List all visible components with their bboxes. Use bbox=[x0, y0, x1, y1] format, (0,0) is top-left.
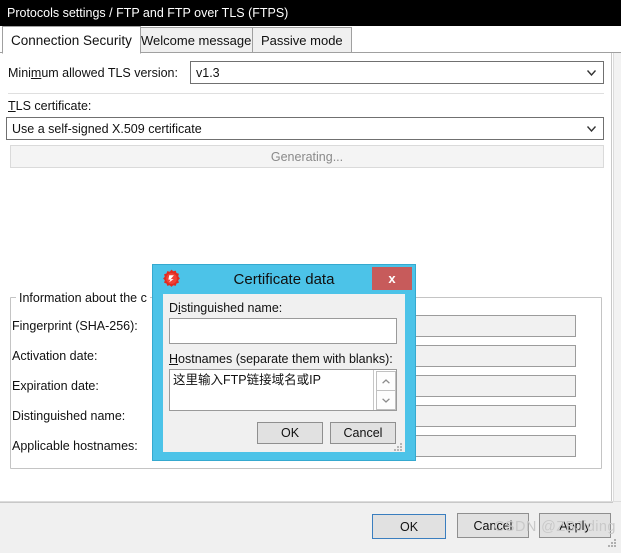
tab-strip: Connection Security Welcome message Pass… bbox=[0, 26, 621, 53]
generate-certificate-button[interactable]: Generating... bbox=[10, 145, 604, 168]
hostnames-input-wrapper bbox=[169, 369, 397, 411]
expiration-date-label: Expiration date: bbox=[12, 379, 99, 393]
modal-resize-grip-icon[interactable] bbox=[394, 441, 403, 450]
tab-connection-security[interactable]: Connection Security bbox=[2, 26, 141, 54]
tls-certificate-value: Use a self-signed X.509 certificate bbox=[12, 122, 202, 136]
modal-titlebar[interactable]: Certificate data x bbox=[153, 265, 415, 293]
chevron-down-icon bbox=[587, 70, 596, 76]
panel-right-edge bbox=[613, 53, 621, 501]
protocols-settings-window: Protocols settings / FTP and FTP over TL… bbox=[0, 0, 621, 553]
tls-version-select[interactable]: v1.3 bbox=[190, 61, 604, 84]
ok-button-label: OK bbox=[400, 520, 418, 534]
apply-button[interactable]: Apply bbox=[539, 513, 611, 538]
chevron-down-icon bbox=[587, 126, 596, 132]
ok-button[interactable]: OK bbox=[372, 514, 446, 539]
window-titlebar: Protocols settings / FTP and FTP over TL… bbox=[0, 0, 621, 26]
tab-connection-security-label: Connection Security bbox=[11, 33, 132, 48]
modal-body: Distinguished name: Hostnames (separate … bbox=[163, 294, 405, 452]
hostnames-input[interactable] bbox=[170, 370, 374, 410]
modal-hostnames-label: Hostnames (separate them with blanks): bbox=[169, 352, 393, 366]
apply-button-label: Apply bbox=[559, 519, 590, 533]
scroll-up-icon[interactable] bbox=[376, 371, 396, 391]
applicable-hostnames-label: Applicable hostnames: bbox=[12, 439, 138, 453]
tls-version-label: Minimum allowed TLS version: bbox=[8, 66, 178, 80]
footer-divider bbox=[0, 502, 613, 503]
fingerprint-label: Fingerprint (SHA-256): bbox=[12, 319, 138, 333]
modal-distinguished-name-label: Distinguished name: bbox=[169, 301, 282, 315]
tls-certificate-label: TLS certificate: bbox=[8, 99, 91, 113]
tab-welcome-message[interactable]: Welcome message bbox=[132, 27, 260, 53]
close-icon[interactable]: x bbox=[372, 267, 412, 290]
modal-cancel-button[interactable]: Cancel bbox=[330, 422, 396, 444]
close-label: x bbox=[388, 271, 395, 286]
distinguished-name-label: Distinguished name: bbox=[12, 409, 125, 423]
window-title: Protocols settings / FTP and FTP over TL… bbox=[7, 6, 288, 20]
modal-ok-button[interactable]: OK bbox=[257, 422, 323, 444]
cancel-button[interactable]: Cancel bbox=[457, 513, 529, 538]
activation-date-label: Activation date: bbox=[12, 349, 97, 363]
section-divider bbox=[8, 93, 604, 94]
certificate-data-dialog: Certificate data x Distinguished name: H… bbox=[152, 264, 416, 461]
scroll-down-icon[interactable] bbox=[376, 390, 396, 410]
cancel-button-label: Cancel bbox=[474, 519, 513, 533]
tab-passive-mode-label: Passive mode bbox=[261, 33, 343, 48]
certificate-info-group-title: Information about the c bbox=[16, 291, 150, 305]
hostnames-scroll-spinner[interactable] bbox=[373, 370, 396, 410]
tab-welcome-message-label: Welcome message bbox=[141, 33, 251, 48]
tls-version-row: Minimum allowed TLS version: v1.3 bbox=[8, 61, 604, 85]
modal-cancel-label: Cancel bbox=[344, 426, 383, 440]
generating-label: Generating... bbox=[271, 150, 343, 164]
modal-ok-label: OK bbox=[281, 426, 299, 440]
tls-version-value: v1.3 bbox=[196, 66, 220, 80]
tab-passive-mode[interactable]: Passive mode bbox=[252, 27, 352, 53]
resize-grip-icon[interactable] bbox=[607, 537, 617, 547]
tls-certificate-select[interactable]: Use a self-signed X.509 certificate bbox=[6, 117, 604, 140]
distinguished-name-input[interactable] bbox=[169, 318, 397, 344]
